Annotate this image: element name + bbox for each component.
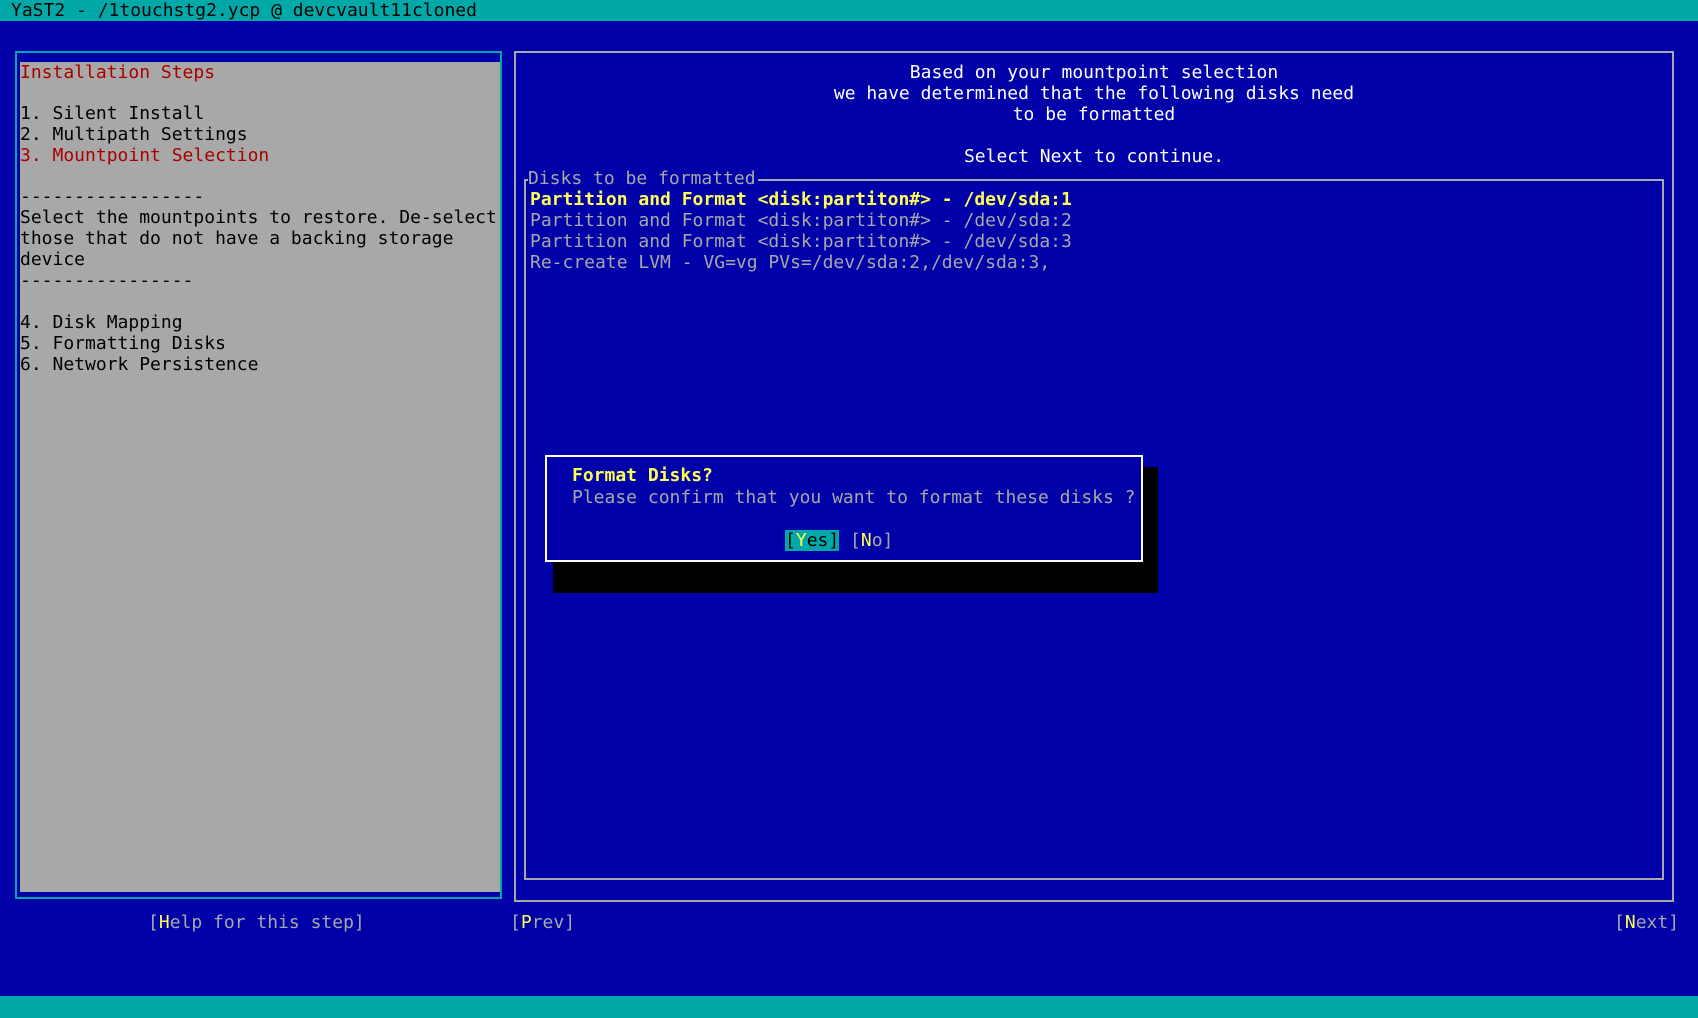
no-label: o — [871, 530, 883, 551]
separator-bottom: ---------------- — [20, 270, 194, 291]
prev-label: rev — [531, 912, 565, 933]
prev-bracket-close: ] — [564, 912, 576, 933]
prev-bracket-open: [ — [510, 912, 521, 933]
yes-label: es — [806, 530, 829, 551]
status-bar — [0, 996, 1698, 1018]
step-formatting-disks: 5. Formatting Disks — [20, 333, 226, 354]
help-bracket-open: [ — [148, 912, 159, 933]
next-label: ext — [1635, 912, 1669, 933]
step-disk-mapping: 4. Disk Mapping — [20, 312, 183, 333]
next-bracket-close: ] — [1668, 912, 1680, 933]
next-button[interactable]: [Next] — [1614, 912, 1679, 934]
step-description-line: device — [20, 249, 86, 270]
help-label: elp for this step — [169, 912, 354, 933]
dialog-title: Format Disks? — [572, 465, 713, 486]
intro-line: to be formatted — [1012, 104, 1176, 125]
next-hotkey: N — [1624, 912, 1636, 933]
steps-heading: Installation Steps — [20, 62, 216, 83]
prev-hotkey: P — [520, 912, 532, 933]
disks-list-label: Disks to be formatted — [528, 168, 758, 190]
help-hotkey: H — [158, 912, 170, 933]
yes-bracket-open: [ — [785, 530, 796, 551]
no-hotkey: N — [860, 530, 872, 551]
no-bracket-close: ] — [882, 530, 894, 551]
step-description-line: those that do not have a backing storage — [20, 228, 454, 249]
disk-list-item[interactable]: Re-create LVM - VG=vg PVs=/dev/sda:2,/de… — [530, 252, 1050, 274]
yes-hotkey: Y — [795, 530, 807, 551]
step-description-line: Select the mountpoints to restore. De-se… — [20, 207, 497, 228]
intro-line: Based on your mountpoint selection — [909, 62, 1279, 83]
no-bracket-open: [ — [850, 530, 861, 551]
instruction-text: Select Next to continue. — [963, 146, 1225, 167]
yes-bracket-close: ] — [828, 530, 840, 551]
yes-button[interactable]: [Yes] — [785, 530, 840, 551]
separator-top: ----------------- — [20, 186, 205, 207]
help-bracket-close: ] — [353, 912, 365, 933]
step-mountpoint-selection-current: 3. Mountpoint Selection — [20, 145, 270, 166]
step-multipath-settings: 2. Multipath Settings — [20, 124, 248, 145]
step-silent-install: 1. Silent Install — [20, 103, 205, 124]
title-bar: YaST2 - /1touchstg2.ycp @ devcvault11clo… — [0, 0, 1698, 21]
no-button[interactable]: [No] — [850, 530, 893, 552]
next-bracket-open: [ — [1614, 912, 1625, 933]
disk-list-item[interactable]: Partition and Format <disk:partiton#> - … — [530, 210, 1072, 232]
step-network-persistence: 6. Network Persistence — [20, 354, 259, 375]
installation-steps-panel: Installation Steps 1. Silent Install 2. … — [20, 62, 500, 892]
intro-line: we have determined that the following di… — [833, 83, 1355, 104]
window-title: YaST2 - /1touchstg2.ycp @ devcvault11clo… — [11, 0, 477, 21]
help-button[interactable]: [Help for this step] — [148, 912, 365, 934]
prev-button[interactable]: [Prev] — [510, 912, 575, 934]
disk-list-item[interactable]: Partition and Format <disk:partiton#> - … — [530, 231, 1072, 253]
disk-list-item[interactable]: Partition and Format <disk:partiton#> - … — [530, 189, 1072, 211]
dialog-message: Please confirm that you want to format t… — [572, 487, 1136, 508]
